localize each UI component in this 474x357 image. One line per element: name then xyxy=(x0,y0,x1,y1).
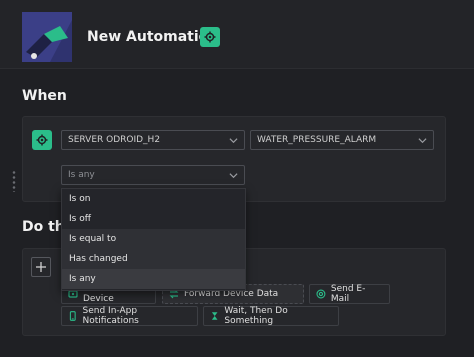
trigger-settings-button[interactable] xyxy=(32,130,52,150)
plus-icon xyxy=(36,262,46,272)
gear-icon xyxy=(204,31,216,43)
at-sign-icon xyxy=(316,289,326,299)
server-select[interactable]: SERVER ODROID_H2 xyxy=(61,130,245,150)
dropdown-option-is-off[interactable]: Is off xyxy=(62,209,245,229)
send-email-label: Send E-Mail xyxy=(330,284,366,304)
chevron-down-icon xyxy=(229,173,238,179)
chevron-down-icon xyxy=(229,138,238,144)
server-select-value: SERVER ODROID_H2 xyxy=(68,135,161,145)
wait-then-do-something-label: Wait, Then Do Something xyxy=(224,306,288,326)
lamp-icon xyxy=(22,12,72,62)
drag-handle-icon[interactable] xyxy=(12,170,16,192)
event-select[interactable]: WATER_PRESSURE_ALARM xyxy=(250,130,434,150)
event-select-value: WATER_PRESSURE_ALARM xyxy=(257,135,377,145)
add-action-button[interactable] xyxy=(31,257,51,277)
state-select-value: Is any xyxy=(68,170,95,180)
dropdown-option-has-changed[interactable]: Has changed xyxy=(62,249,245,269)
chevron-down-icon xyxy=(418,138,427,144)
wait-then-do-something-button[interactable]: Wait, Then Do Something xyxy=(203,306,339,326)
automation-header: New Automation xyxy=(0,0,474,69)
send-in-app-notifications-label: Send In-App Notifications xyxy=(82,306,139,326)
page-title: New Automation xyxy=(87,29,219,45)
send-in-app-notifications-button[interactable]: Send In-App Notifications xyxy=(61,306,198,326)
dropdown-option-is-any[interactable]: Is any xyxy=(62,269,245,289)
settings-button[interactable] xyxy=(200,27,220,47)
gear-icon xyxy=(36,134,48,146)
phone-icon xyxy=(69,311,76,321)
dropdown-option-is-on[interactable]: Is on xyxy=(62,189,245,209)
state-dropdown-menu: Is on Is off Is equal to Has changed Is … xyxy=(61,188,246,291)
hourglass-icon xyxy=(211,312,218,320)
state-select[interactable]: Is any xyxy=(61,165,245,185)
automation-thumbnail[interactable] xyxy=(22,12,72,62)
send-email-button[interactable]: Send E-Mail xyxy=(309,284,390,304)
dropdown-option-is-equal-to[interactable]: Is equal to xyxy=(62,229,245,249)
when-section-title: When xyxy=(22,88,67,104)
